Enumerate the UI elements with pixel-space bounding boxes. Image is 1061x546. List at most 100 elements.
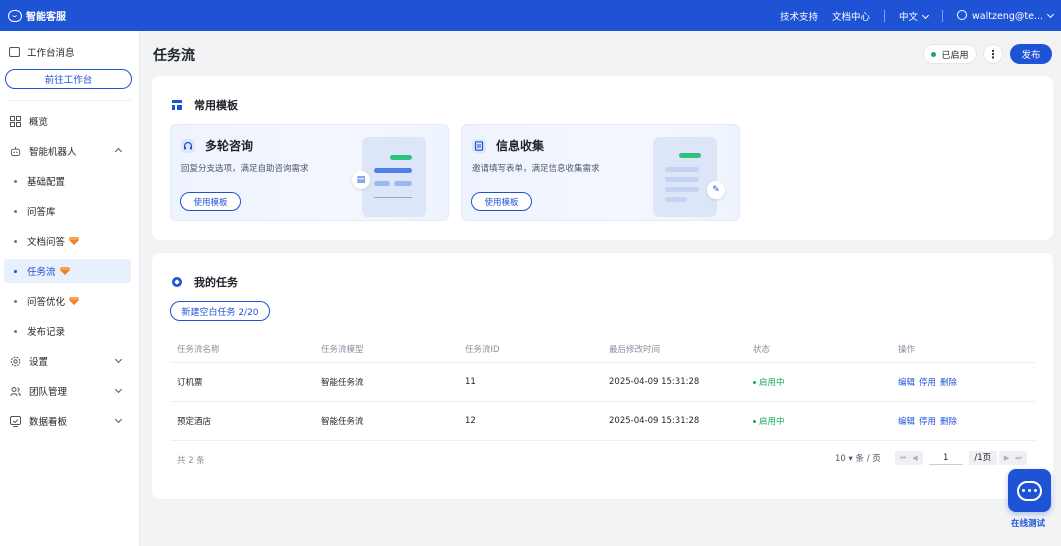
first-page-icon: ⏮: [899, 453, 907, 462]
status-badge[interactable]: 已启用: [923, 44, 977, 64]
page-total: /1页: [968, 451, 997, 465]
goto-workspace-button[interactable]: 前往工作台: [5, 69, 132, 89]
headset-icon: [181, 138, 195, 153]
nav-qa-optimize-label: 问答优化: [27, 297, 66, 308]
new-blank-task-button[interactable]: 新建空白任务 2/20: [170, 301, 270, 321]
chevron-down-icon: [1046, 10, 1055, 19]
nav-basic-config[interactable]: 基础配置: [4, 169, 131, 193]
task-status: 启用中: [753, 376, 785, 388]
task-id: 11: [465, 377, 476, 387]
nav-dashboard-label: 数据看板: [29, 417, 68, 428]
task-actions: 编辑 停用 删除: [898, 376, 961, 388]
chat-bubble-icon: [8, 9, 22, 22]
document-icon: [472, 138, 486, 153]
column-header: 任务流ID: [465, 344, 500, 355]
nav-doc-qa[interactable]: 文档问答: [4, 229, 131, 253]
workspace-messages-label: 工作台消息: [27, 48, 75, 59]
template-card-multi-turn[interactable]: 多轮咨询 回复分支选项，满足自助咨询需求 使用模板 ▤: [170, 124, 449, 221]
bullet: [14, 269, 17, 273]
compass-icon: [172, 277, 182, 287]
prev-page-icon: ◀: [912, 454, 918, 462]
task-modified: 2025-04-09 15:31:28: [609, 377, 700, 387]
user-menu[interactable]: waltzeng@te...: [957, 9, 1055, 22]
chevron-down-icon: [921, 11, 930, 19]
templates-card: 常用模板 多轮咨询 回复分支选项，满足自助咨询需求 使用模板 ▤ 信息收集 邀请…: [152, 76, 1053, 240]
tech-support-link[interactable]: 技术支持: [780, 9, 818, 23]
gear-icon: [10, 356, 21, 367]
delete-link[interactable]: 删除: [940, 417, 957, 427]
use-template-button[interactable]: 使用模板: [471, 192, 532, 211]
nav-robot-label: 智能机器人: [29, 147, 77, 158]
total-count: 共 2 条: [177, 456, 205, 466]
disable-link[interactable]: 停用: [919, 417, 936, 427]
use-template-button[interactable]: 使用模板: [180, 192, 241, 211]
disable-link[interactable]: 停用: [919, 378, 936, 388]
online-test-button[interactable]: [1008, 469, 1051, 512]
dashboard-icon: [10, 415, 21, 427]
chat-bot-icon: [1017, 480, 1042, 501]
robot-icon: [10, 146, 21, 157]
team-icon: [10, 386, 21, 397]
templates-title: 常用模板: [194, 99, 238, 112]
workspace-messages[interactable]: 工作台消息: [0, 41, 139, 63]
column-header: 状态: [753, 344, 771, 355]
nav-qa-optimize[interactable]: 问答优化: [4, 289, 131, 313]
nav-qa-library[interactable]: 问答库: [4, 199, 131, 223]
next-page-buttons[interactable]: ▶ ⏭: [998, 451, 1027, 465]
page-size-select[interactable]: 10 ▾ 条 / 页: [835, 452, 881, 464]
task-name: 预定酒店: [177, 417, 212, 427]
divider: [942, 9, 944, 22]
bullet: [14, 239, 17, 243]
tasks-heading: 我的任务: [172, 274, 238, 290]
pen-icon: ✎: [707, 181, 725, 199]
nav-overview[interactable]: 概览: [4, 109, 131, 133]
delete-link[interactable]: 删除: [940, 378, 957, 388]
top-bar: 智能客服 技术支持 文档中心 中文 waltzeng@te...: [0, 0, 1061, 31]
form-icon: ▤: [352, 171, 370, 189]
publish-button[interactable]: 发布: [1010, 44, 1052, 64]
last-page-icon: ⏭: [1015, 453, 1022, 462]
page-input[interactable]: 1: [928, 451, 963, 465]
online-test-label[interactable]: 在线测试: [1011, 517, 1045, 529]
nav-doc-qa-label: 文档问答: [27, 237, 66, 248]
task-id: 12: [465, 416, 476, 426]
inbox-icon: [9, 47, 20, 57]
tasks-card: 我的任务 新建空白任务 2/20 任务流名称 任务流模型 任务流ID 最后修改时…: [152, 253, 1053, 499]
next-page-icon: ▶: [1003, 454, 1010, 462]
nav-settings[interactable]: 设置: [4, 349, 131, 373]
edit-link[interactable]: 编辑: [898, 378, 915, 388]
pagination: 10 ▾ 条 / 页 ⏮ ◀ 1 /1页 ▶ ⏭: [835, 451, 1027, 465]
templates-heading: 常用模板: [172, 97, 238, 113]
chevron-down-icon: [114, 355, 123, 364]
task-name: 订机票: [177, 378, 203, 388]
info-collect-illustration: [653, 137, 717, 217]
nav-dashboard[interactable]: 数据看板: [4, 409, 131, 433]
brand[interactable]: 智能客服: [8, 8, 66, 23]
nav-team[interactable]: 团队管理: [4, 379, 131, 403]
chevron-down-icon: [114, 385, 123, 394]
nav-robot[interactable]: 智能机器人: [4, 139, 131, 163]
brand-name: 智能客服: [26, 12, 66, 23]
template-icon: [172, 100, 182, 110]
sidebar: 工作台消息 前往工作台 概览 智能机器人 基础配置 问答库 文档问答 任务流 问…: [0, 31, 140, 546]
divider: [884, 9, 886, 22]
chevron-down-icon: [114, 415, 123, 424]
vip-gem-icon: [69, 237, 80, 245]
nav-task-flow-label: 任务流: [27, 267, 56, 278]
language-switcher[interactable]: 中文: [899, 9, 930, 23]
status-label: 已启用: [941, 50, 969, 61]
vip-gem-icon: [69, 297, 80, 305]
template-desc: 邀请填写表单，满足信息收集需求: [472, 164, 600, 174]
nav-publish-records[interactable]: 发布记录: [4, 319, 131, 343]
multi-turn-illustration: [362, 137, 426, 217]
bullet: [14, 329, 17, 333]
edit-link[interactable]: 编辑: [898, 417, 915, 427]
nav-task-flow[interactable]: 任务流: [4, 259, 131, 283]
template-name: 信息收集: [496, 139, 545, 153]
task-model: 智能任务流: [321, 417, 364, 427]
docs-center-link[interactable]: 文档中心: [832, 9, 870, 23]
template-card-info-collect[interactable]: 信息收集 邀请填写表单，满足信息收集需求 使用模板 ✎: [461, 124, 740, 221]
prev-page-buttons[interactable]: ⏮ ◀: [894, 451, 923, 465]
column-header: 任务流名称: [177, 344, 220, 355]
more-options-button[interactable]: ⋮: [983, 44, 1003, 64]
